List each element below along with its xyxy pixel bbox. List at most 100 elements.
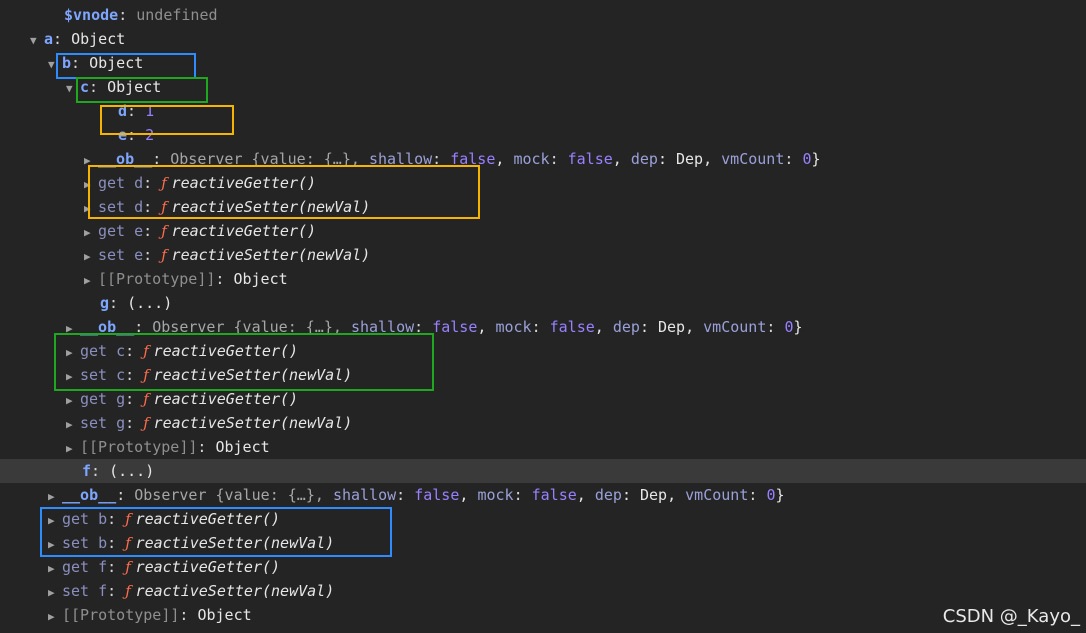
tree-row[interactable]: ▼ b: Object (0, 51, 1086, 75)
property-value: : Dep, (621, 486, 686, 504)
property-key: get e (98, 222, 144, 240)
tree-row: f: (...) (0, 459, 1086, 483)
collapsed-arrow-icon[interactable]: ▶ (48, 605, 62, 629)
property-key: get g (80, 390, 126, 408)
property-value: dep (612, 318, 640, 336)
property-value: , (612, 150, 631, 168)
tree-row[interactable]: ▼ a: Object (0, 27, 1086, 51)
property-value: reactiveGetter() (171, 222, 317, 240)
function-icon: ƒ (161, 222, 172, 240)
collapsed-arrow-icon[interactable]: ▶ (66, 389, 80, 413)
tree-row[interactable]: ▶ set g: ƒ reactiveSetter(newVal) (0, 411, 1086, 435)
property-value: undefined (136, 6, 218, 24)
collapsed-arrow-icon[interactable]: ▶ (84, 149, 98, 173)
property-value: , (594, 318, 613, 336)
property-value: Object (233, 270, 288, 288)
property-value: , (495, 150, 514, 168)
tree-row: d: 1 (118, 102, 155, 120)
property-value: } (775, 486, 785, 504)
property-value: : (784, 150, 803, 168)
property-value: reactiveGetter() (135, 510, 281, 528)
tree-row[interactable]: ▶ __ob__: Observer {value: {…}, shallow: … (0, 483, 1086, 507)
property-value: shallow (368, 150, 433, 168)
property-value: Object (215, 438, 270, 456)
property-key: b (62, 54, 72, 72)
property-key: f (82, 462, 92, 480)
function-icon: ƒ (125, 558, 136, 576)
collapsed-arrow-icon[interactable]: ▶ (84, 197, 98, 221)
tree-row[interactable]: ▶ [[Prototype]]: Object (0, 267, 1086, 291)
collapsed-arrow-icon[interactable]: ▶ (84, 173, 98, 197)
tree-row[interactable]: ▶ set d: ƒ reactiveSetter(newVal) (0, 195, 1086, 219)
property-value: false (432, 318, 478, 336)
collapsed-arrow-icon[interactable]: ▶ (66, 437, 80, 461)
function-icon: ƒ (125, 534, 136, 552)
tree-row[interactable]: ▶ set e: ƒ reactiveSetter(newVal) (0, 243, 1086, 267)
collapsed-arrow-icon[interactable]: ▶ (66, 365, 80, 389)
property-value: : (396, 486, 415, 504)
expanded-arrow-icon[interactable]: ▼ (30, 29, 44, 53)
property-value: false (450, 150, 496, 168)
collapsed-arrow-icon[interactable]: ▶ (84, 221, 98, 245)
property-value: reactiveGetter() (153, 342, 299, 360)
property-key: $vnode (64, 6, 119, 24)
property-value: vmCount (721, 150, 785, 168)
property-value: false (414, 486, 460, 504)
property-key: g (100, 294, 110, 312)
collapsed-arrow-icon[interactable]: ▶ (48, 581, 62, 605)
tree-row[interactable]: ▶ set f: ƒ reactiveSetter(newVal) (0, 579, 1086, 603)
tree-row[interactable]: ▶ get f: ƒ reactiveGetter() (0, 555, 1086, 579)
expanded-arrow-icon[interactable]: ▼ (66, 77, 80, 101)
property-value: dep (630, 150, 658, 168)
tree-row[interactable]: ▶ set b: ƒ reactiveSetter(newVal) (0, 531, 1086, 555)
property-value: reactiveGetter() (171, 174, 317, 192)
collapsed-arrow-icon[interactable]: ▶ (66, 317, 80, 341)
property-value: : (748, 486, 767, 504)
collapsed-arrow-icon[interactable]: ▶ (48, 533, 62, 557)
property-value: : (531, 318, 550, 336)
expanded-arrow-icon[interactable]: ▼ (48, 53, 62, 77)
property-value: : (432, 150, 451, 168)
property-value[interactable]: (...) (109, 462, 154, 480)
property-value: shallow (332, 486, 397, 504)
tree-row[interactable]: ▶ [[Prototype]]: Object (0, 603, 1086, 627)
property-value: : (766, 318, 785, 336)
collapsed-arrow-icon[interactable]: ▶ (48, 557, 62, 581)
property-value: reactiveSetter(newVal) (171, 198, 371, 216)
property-value: , (459, 486, 478, 504)
collapsed-arrow-icon[interactable]: ▶ (48, 485, 62, 509)
collapsed-arrow-icon[interactable]: ▶ (66, 413, 80, 437)
tree-row[interactable]: ▶ __ob__: Observer {value: {…}, shallow: … (0, 147, 1086, 171)
property-key: [[Prototype]] (62, 606, 180, 624)
tree-row[interactable]: ▶ get c: ƒ reactiveGetter() (0, 339, 1086, 363)
property-value: dep (594, 486, 622, 504)
tree-row[interactable]: ▶ [[Prototype]]: Object (0, 435, 1086, 459)
tree-row[interactable]: ▶ get e: ƒ reactiveGetter() (0, 219, 1086, 243)
tree-row[interactable]: ▶ __ob__: Observer {value: {…}, shallow: … (0, 315, 1086, 339)
property-key: __ob__ (80, 318, 135, 336)
tree-row[interactable]: ▶ get b: ƒ reactiveGetter() (0, 507, 1086, 531)
property-value: mock (495, 318, 532, 336)
property-value: false (549, 318, 595, 336)
function-icon: ƒ (125, 582, 136, 600)
tree-row[interactable]: ▼ c: Object (0, 75, 1086, 99)
collapsed-arrow-icon[interactable]: ▶ (48, 509, 62, 533)
property-key: set e (98, 246, 144, 264)
function-icon: ƒ (143, 366, 154, 384)
property-value: , (477, 318, 496, 336)
tree-row: e: 2 (118, 126, 155, 144)
collapsed-arrow-icon[interactable]: ▶ (84, 269, 98, 293)
tree-row[interactable]: ▶ get g: ƒ reactiveGetter() (0, 387, 1086, 411)
collapsed-arrow-icon[interactable]: ▶ (66, 341, 80, 365)
property-key: __ob__ (98, 150, 153, 168)
property-key: e (118, 126, 128, 144)
collapsed-arrow-icon[interactable]: ▶ (84, 245, 98, 269)
property-key: d (118, 102, 128, 120)
property-value: 2 (145, 126, 155, 144)
tree-row[interactable]: ▶ get d: ƒ reactiveGetter() (0, 171, 1086, 195)
property-value[interactable]: (...) (127, 294, 172, 312)
function-icon: ƒ (125, 510, 136, 528)
tree-row[interactable]: ▶ set c: ƒ reactiveSetter(newVal) (0, 363, 1086, 387)
function-icon: ƒ (143, 342, 154, 360)
property-value: : (513, 486, 532, 504)
